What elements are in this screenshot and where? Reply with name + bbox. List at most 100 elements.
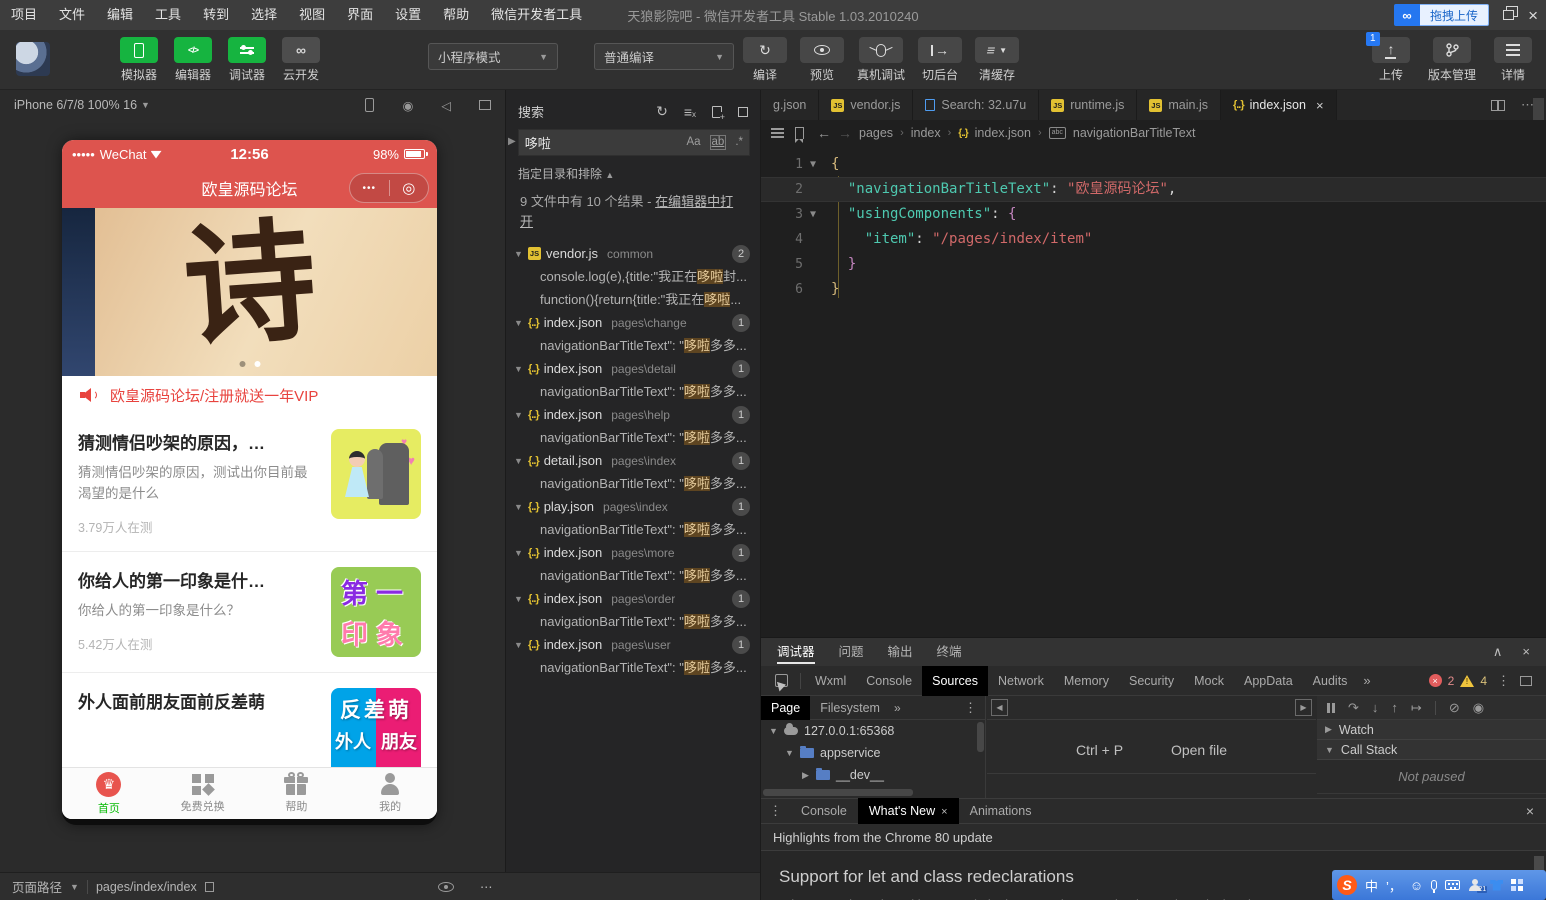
announcement-bar[interactable]: 欧皇源码论坛/注册就送一年VIP <box>62 376 437 414</box>
bookmark-icon[interactable] <box>794 127 804 143</box>
filter-toggle[interactable]: 指定目录和排除 ▲ <box>506 156 760 186</box>
forward-icon[interactable]: → <box>838 125 852 141</box>
editor-toggle-button[interactable]: </> 编辑器 <box>174 37 212 83</box>
fold-icon[interactable]: ▼ <box>803 202 823 227</box>
tab-network[interactable]: Network <box>988 666 1054 696</box>
tab-audits[interactable]: Audits <box>1303 666 1358 696</box>
list-item[interactable]: 猜测情侣吵架的原因，… 猜测情侣吵架的原因，测试出你目前最渴望的是什么 3.79… <box>62 414 437 551</box>
result-match-line[interactable]: navigationBarTitleText": "哆啦多多... <box>506 334 760 357</box>
tree-folder-row[interactable]: ▶ __dev__ <box>761 764 985 786</box>
switch-background-button[interactable]: → 切后台 <box>918 37 963 83</box>
window-restore-icon[interactable] <box>1503 6 1519 20</box>
result-file-row[interactable]: ▼ {..} index.json pages\user 1 <box>506 633 760 656</box>
clear-results-icon[interactable]: ≡x <box>684 104 696 120</box>
undock-icon[interactable] <box>1520 671 1536 686</box>
tab-filesystem[interactable]: Filesystem <box>810 696 890 720</box>
project-avatar[interactable] <box>16 42 50 76</box>
record-icon[interactable]: ◉ <box>402 98 413 113</box>
tab-memory[interactable]: Memory <box>1054 666 1119 696</box>
expand-replace-icon[interactable]: ▶ <box>508 129 516 147</box>
search-input[interactable]: Aa ab .* <box>517 129 750 156</box>
mute-icon[interactable]: ◁ <box>441 98 451 113</box>
more-tabs-icon[interactable]: » <box>1357 673 1376 688</box>
menu-goto[interactable]: 转到 <box>192 0 240 30</box>
result-match-line[interactable]: navigationBarTitleText": "哆啦多多... <box>506 518 760 541</box>
result-match-line[interactable]: navigationBarTitleText": "哆啦多多... <box>506 610 760 633</box>
tab-sources[interactable]: Sources <box>922 665 988 696</box>
result-file-row[interactable]: ▼ {..} index.json pages\detail 1 <box>506 357 760 380</box>
toolbox-icon[interactable] <box>1511 879 1524 891</box>
devtools-menu-icon[interactable]: ⋮ <box>1493 673 1514 689</box>
account-icon[interactable]: 21 <box>1468 879 1488 893</box>
banner-carousel[interactable]: 诗 <box>62 208 437 376</box>
ime-language-icon[interactable]: 中 <box>1365 876 1378 895</box>
drawer-tab-animations[interactable]: Animations <box>959 798 1043 824</box>
pause-on-exceptions-icon[interactable]: ◉ <box>1473 700 1484 716</box>
code-line[interactable]: 1 ▼ { <box>761 152 1546 177</box>
code-area[interactable]: 1 ▼ { 2 "navigationBarTitleText": "欧皇源码论坛… <box>761 146 1546 302</box>
more-tabs-icon[interactable]: » <box>890 701 905 715</box>
debugger-toggle-button[interactable]: 调试器 <box>228 37 266 83</box>
menu-settings[interactable]: 设置 <box>384 0 432 30</box>
tree-menu-icon[interactable]: ⋮ <box>964 700 985 716</box>
detach-window-icon[interactable] <box>479 96 495 110</box>
tab-home[interactable]: ♛ 首页 <box>62 768 156 819</box>
result-match-line[interactable]: navigationBarTitleText": "哆啦多多... <box>506 380 760 403</box>
result-match-line[interactable]: navigationBarTitleText": "哆啦多多... <box>506 656 760 679</box>
drawer-tab-console[interactable]: Console <box>790 798 858 824</box>
refresh-search-icon[interactable]: ↻ <box>656 103 668 120</box>
step-icon[interactable]: ↦ <box>1411 700 1422 716</box>
menu-help[interactable]: 帮助 <box>432 0 480 30</box>
whole-word-icon[interactable]: ab <box>709 134 727 151</box>
watch-section[interactable]: ▶ Watch <box>1317 720 1546 740</box>
upload-button[interactable]: 1 ↑ 上传 <box>1365 32 1410 83</box>
close-tab-icon[interactable]: × <box>1316 98 1324 113</box>
tab-runtime-js[interactable]: JS runtime.js <box>1039 90 1138 120</box>
tree-host-row[interactable]: ▼ 127.0.0.1:65368 <box>761 720 985 742</box>
tab-main-js[interactable]: JS main.js <box>1137 90 1221 120</box>
tab-security[interactable]: Security <box>1119 666 1184 696</box>
skin-icon[interactable] <box>1490 879 1504 891</box>
close-miniprogram-icon[interactable]: ◎ <box>390 179 429 197</box>
compile-mode-select[interactable]: 普通编译 ▼ <box>594 43 734 70</box>
split-editor-icon[interactable] <box>1491 99 1505 111</box>
tab-debugger[interactable]: 调试器 <box>765 638 827 666</box>
fold-icon[interactable]: ▼ <box>803 152 823 177</box>
result-file-row[interactable]: ▼ {..} index.json pages\more 1 <box>506 541 760 564</box>
code-line[interactable]: 6 } <box>761 277 1546 302</box>
crumb-file[interactable]: index.json <box>975 126 1031 140</box>
back-icon[interactable]: ← <box>817 125 831 141</box>
mode-select[interactable]: 小程序模式 ▼ <box>428 43 558 70</box>
tree-folder-row[interactable]: ▼ appservice <box>761 742 985 764</box>
eye-icon[interactable] <box>438 881 454 892</box>
error-icon[interactable]: × <box>1428 674 1442 687</box>
next-file-icon[interactable]: ▶ <box>1295 699 1312 716</box>
tab-problems[interactable]: 问题 <box>827 638 876 666</box>
tab-wxml[interactable]: Wxml <box>805 666 856 696</box>
step-into-icon[interactable]: ↓ <box>1372 700 1379 715</box>
page-path-select[interactable]: 页面路径 <box>12 877 62 896</box>
result-file-row[interactable]: ▼ JS vendor.js common 2 <box>506 242 760 265</box>
device-frame-icon[interactable] <box>365 98 375 112</box>
clear-cache-button[interactable]: ≡ ▼ 清缓存 <box>975 37 1020 83</box>
keyboard-icon[interactable] <box>1445 880 1461 890</box>
device-select[interactable]: iPhone 6/7/8 100% 16 <box>14 98 137 112</box>
result-match-line[interactable]: function(){return{title:"我正在哆啦... <box>506 288 760 311</box>
collapse-panel-icon[interactable]: ∧ <box>1493 644 1503 660</box>
tab-mock[interactable]: Mock <box>1184 666 1234 696</box>
more-menu-icon[interactable]: ••• <box>350 183 389 194</box>
outline-icon[interactable] <box>771 132 784 134</box>
vertical-scrollbar[interactable] <box>977 722 984 752</box>
horizontal-scrollbar[interactable] <box>763 789 913 796</box>
emoji-icon[interactable]: ☺ <box>1410 878 1423 893</box>
result-file-row[interactable]: ▼ {..} index.json pages\change 1 <box>506 311 760 334</box>
editor-scrollbar[interactable] <box>1533 98 1544 120</box>
prev-file-icon[interactable]: ◀ <box>991 699 1008 716</box>
real-device-debug-button[interactable]: 真机调试 <box>857 37 905 83</box>
tab-output[interactable]: 输出 <box>876 638 925 666</box>
list-item[interactable]: 你给人的第一印象是什… 你给人的第一印象是什么？ 5.42万人在测 第一 印象 <box>62 550 437 672</box>
code-line[interactable]: 3 ▼ "usingComponents": { <box>761 202 1546 227</box>
result-file-row[interactable]: ▼ {..} index.json pages\order 1 <box>506 587 760 610</box>
result-file-row[interactable]: ▼ {..} detail.json pages\index 1 <box>506 449 760 472</box>
copy-path-icon[interactable] <box>204 878 218 892</box>
